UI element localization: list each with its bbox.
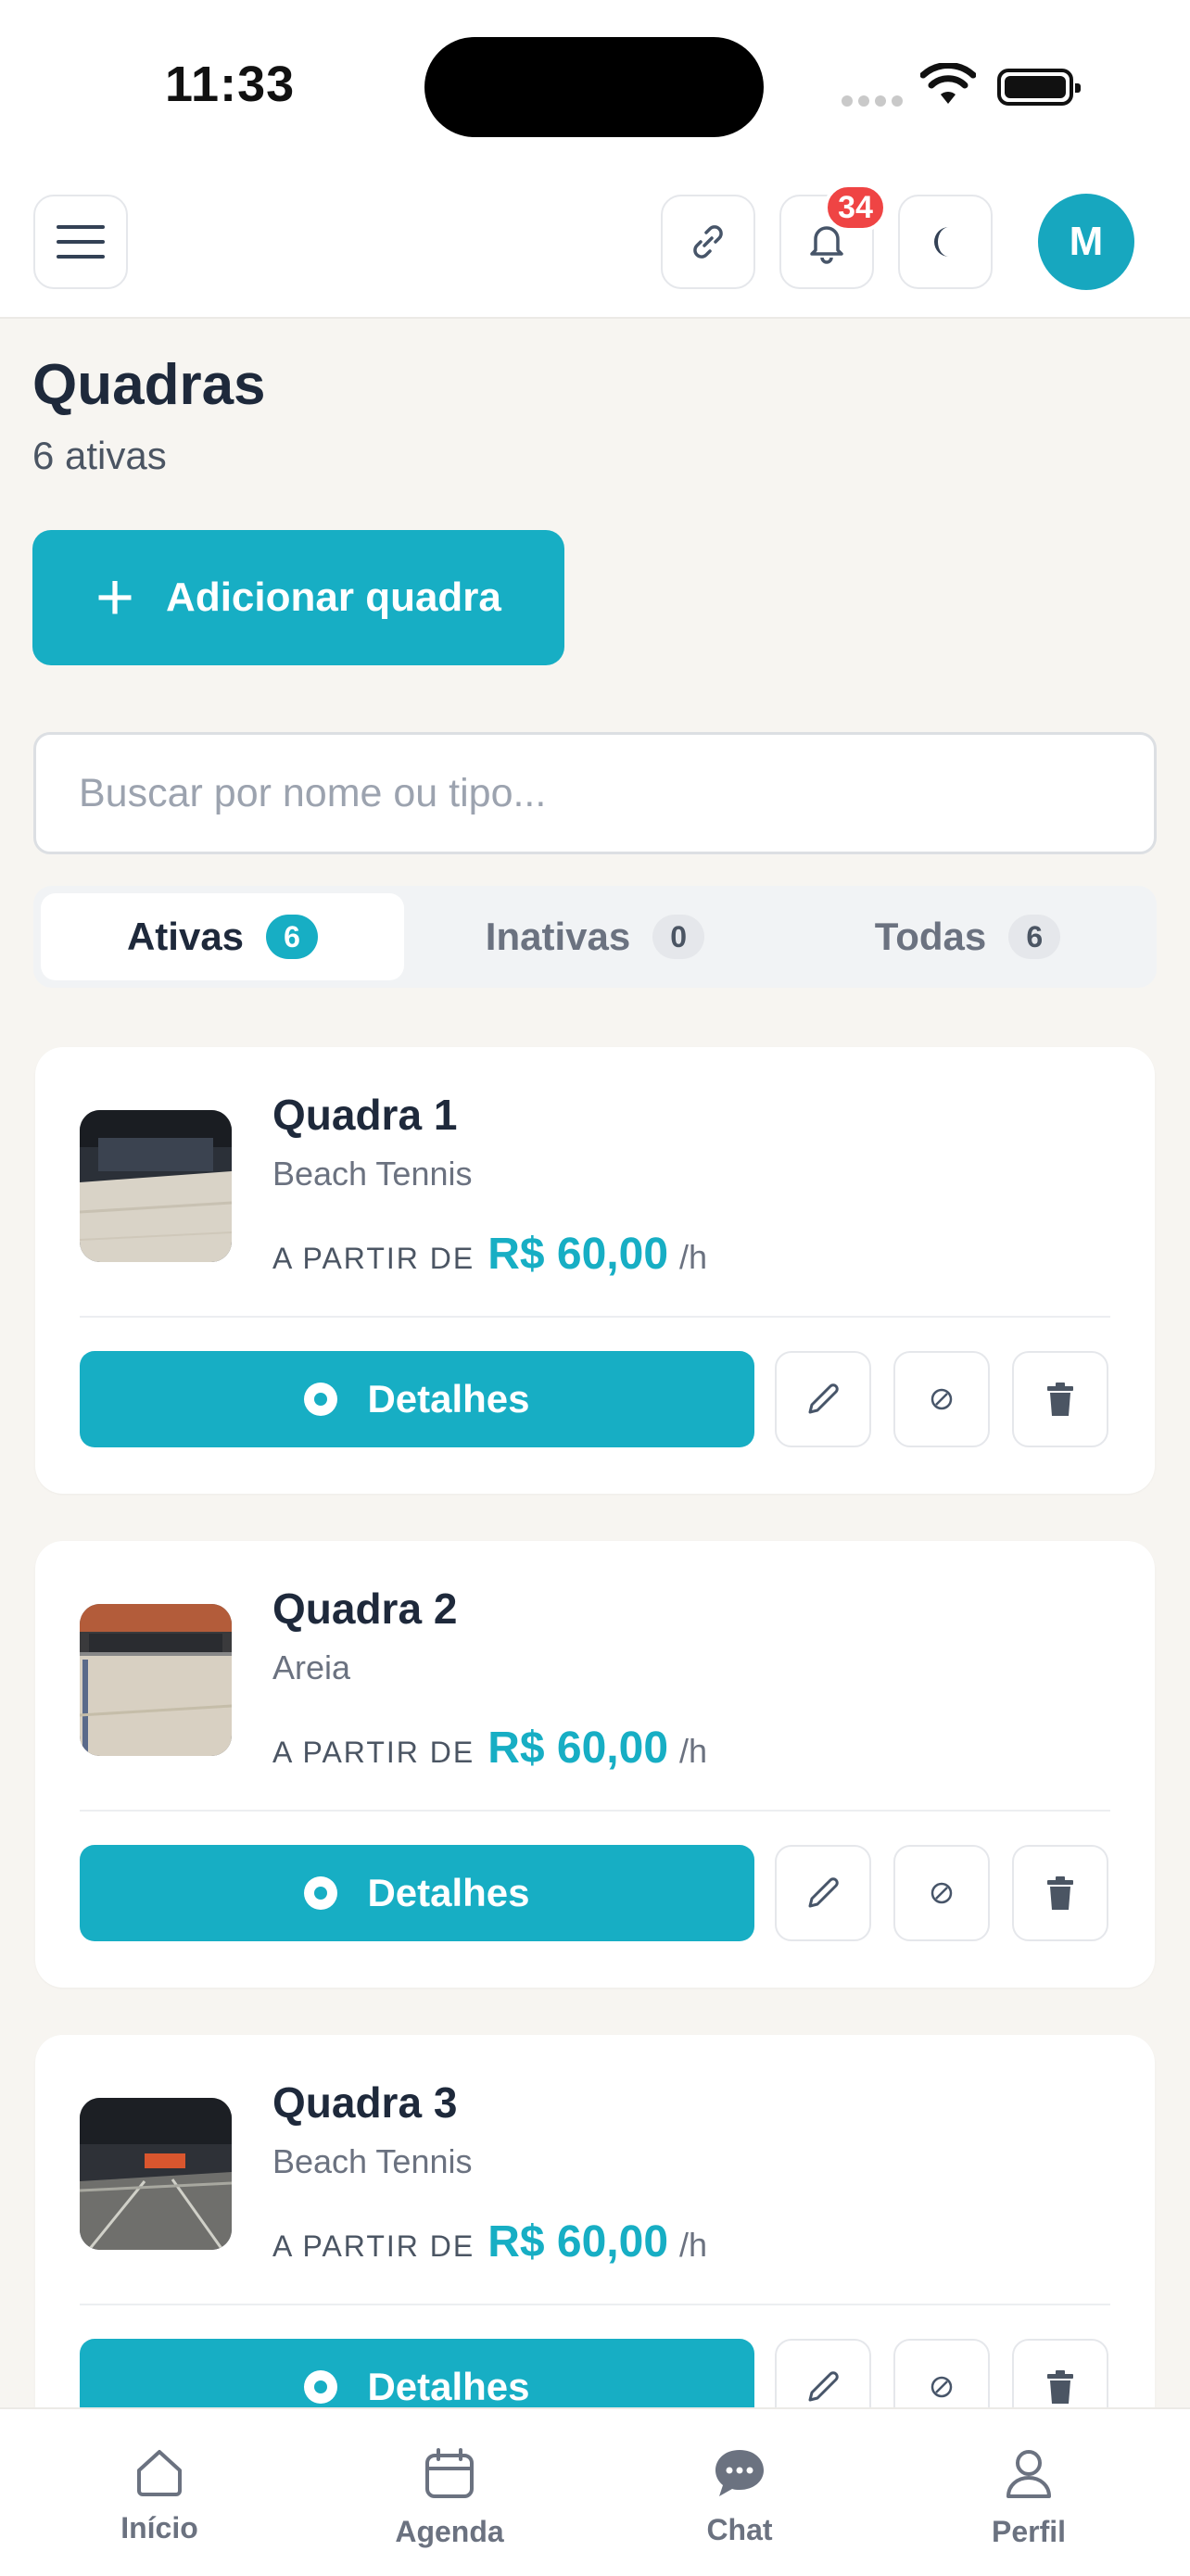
edit-button[interactable] [775,1351,871,1447]
filter-tabs: Ativas 6 Inativas 0 Todas 6 [33,886,1157,988]
pencil-icon [808,2371,839,2402]
user-icon [1006,2450,1051,2498]
delete-button[interactable] [1012,1845,1108,1941]
court-photo [80,1604,232,1756]
eye-icon [304,2370,338,2404]
delete-button[interactable] [1012,1351,1108,1447]
search-input[interactable]: Buscar por nome ou tipo... [33,732,1157,854]
nav-chat[interactable]: Chat [647,2446,832,2547]
price-prefix: A PARTIR DE [272,2229,475,2263]
theme-toggle-button[interactable] [898,195,993,289]
court-card: Quadra 1 Beach Tennis A PARTIR DE R$ 60,… [35,1047,1155,1494]
avatar[interactable]: M [1038,194,1134,290]
price-unit: /h [679,1238,708,1276]
tab-label: Ativas [126,915,245,958]
price-prefix: A PARTIR DE [272,1242,475,1275]
details-label: Detalhes [367,1377,530,1421]
ban-icon [930,1388,953,1410]
status-time: 11:33 [165,57,296,112]
deactivate-button[interactable] [893,1845,990,1941]
price-unit: /h [679,2226,708,2264]
tab-count: 0 [652,915,705,959]
tab-label: Inativas [485,915,631,958]
tab-todas[interactable]: Todas 6 [786,893,1149,980]
moon-icon [934,227,949,257]
court-name: Quadra 3 [272,2078,458,2127]
details-label: Detalhes [367,2365,530,2408]
details-button[interactable]: Detalhes [80,1351,754,1447]
tab-count: 6 [266,915,319,959]
add-court-button[interactable]: + Adicionar quadra [32,530,564,665]
nav-label: Agenda [395,2515,504,2548]
page-subtitle: 6 ativas [32,434,167,477]
dynamic-island [424,37,764,137]
nav-perfil[interactable]: Perfil [936,2446,1121,2549]
nav-agenda[interactable]: Agenda [357,2446,542,2549]
court-type: Areia [272,1648,351,1686]
price-value: R$ 60,00 [487,2217,669,2267]
nav-inicio[interactable]: Início [67,2446,252,2545]
court-photo [80,1110,232,1262]
tab-ativas[interactable]: Ativas 6 [41,893,404,980]
price-unit: /h [679,1732,708,1770]
page-title: Quadras [32,353,266,417]
court-type: Beach Tennis [272,1155,473,1193]
price-value: R$ 60,00 [487,1724,669,1773]
eye-icon [304,1876,338,1910]
nav-label: Chat [706,2513,773,2546]
home-icon [137,2450,182,2496]
price-prefix: A PARTIR DE [272,1736,475,1769]
plus-icon: + [95,561,135,635]
details-label: Detalhes [367,1871,530,1914]
tab-count: 6 [1008,915,1061,959]
card-divider [80,1316,1110,1318]
court-photo [80,2098,232,2250]
court-name: Quadra 1 [272,1091,458,1139]
hamburger-icon [57,225,105,259]
ban-icon [930,1882,953,1904]
wifi-icon [919,62,977,112]
pencil-icon [808,1877,839,1908]
court-price: A PARTIR DE R$ 60,00 /h [272,2216,707,2267]
court-name: Quadra 2 [272,1585,458,1633]
pencil-icon [808,1383,839,1414]
court-type: Beach Tennis [272,2142,473,2180]
signal-icon [842,95,908,111]
calendar-icon [425,2448,474,2498]
menu-button[interactable] [33,195,128,289]
link-icon [693,225,723,259]
trash-icon [1047,1383,1073,1416]
court-price: A PARTIR DE R$ 60,00 /h [272,1723,707,1774]
tab-inativas[interactable]: Inativas 0 [413,893,777,980]
ban-icon [930,2376,953,2398]
share-link-button[interactable] [661,195,755,289]
add-court-label: Adicionar quadra [166,575,501,620]
edit-button[interactable] [775,1845,871,1941]
notification-badge: 34 [824,183,887,232]
bottom-nav: Início Agenda Chat Perfil [0,2407,1190,2576]
battery-icon [997,69,1081,106]
top-bar: 34 M [0,167,1190,319]
court-price: A PARTIR DE R$ 60,00 /h [272,1229,707,1280]
eye-icon [304,1383,338,1416]
court-card: Quadra 2 Areia A PARTIR DE R$ 60,00 /h D… [35,1541,1155,1988]
nav-label: Perfil [991,2515,1067,2548]
status-bar: 11:33 [0,0,1190,167]
deactivate-button[interactable] [893,1351,990,1447]
card-divider [80,2304,1110,2305]
card-divider [80,1810,1110,1812]
price-value: R$ 60,00 [487,1230,669,1279]
nav-label: Início [120,2511,198,2544]
tab-label: Todas [874,915,987,958]
trash-icon [1047,2370,1073,2404]
trash-icon [1047,1876,1073,1910]
chat-icon [715,2450,764,2496]
details-button[interactable]: Detalhes [80,1845,754,1941]
